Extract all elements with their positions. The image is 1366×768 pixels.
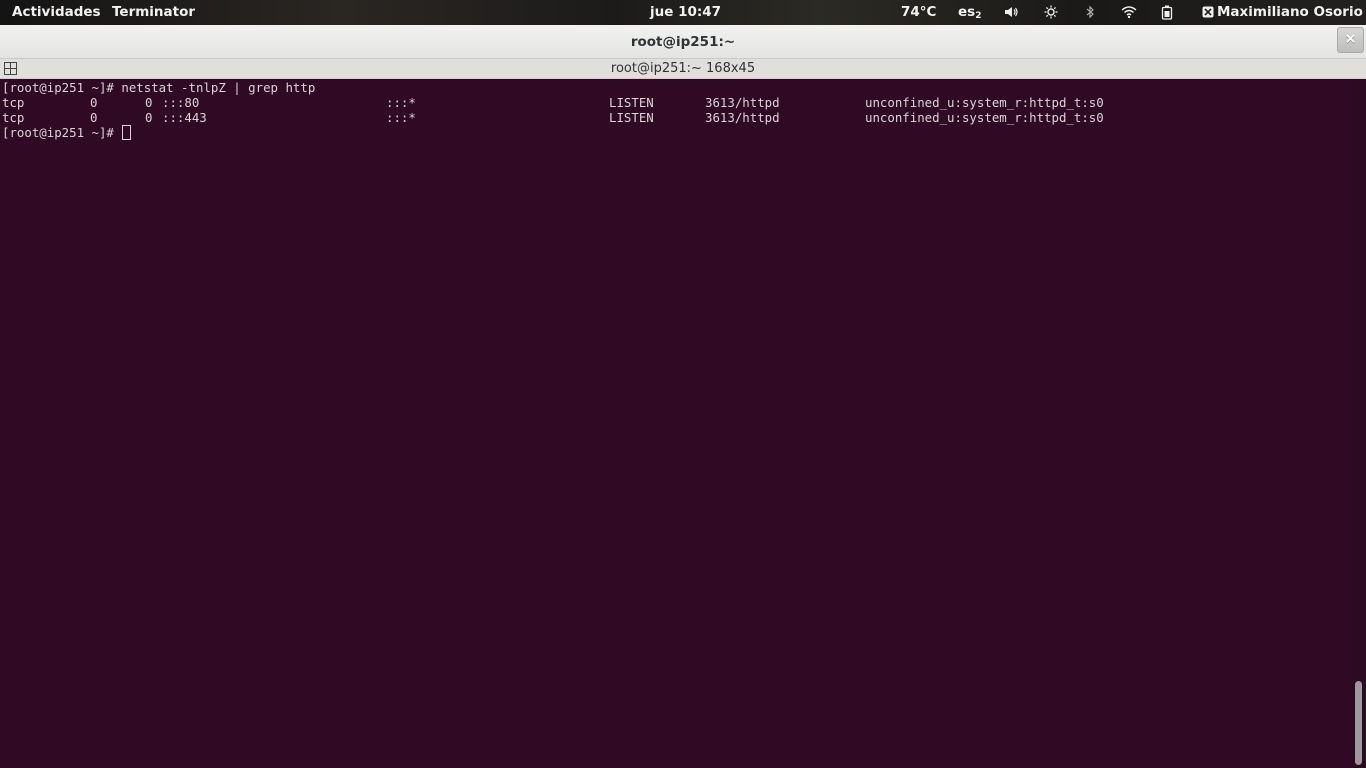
prompt: [root@ip251 ~]# — [2, 125, 122, 140]
pid-program-cell: 3613/httpd — [705, 110, 780, 125]
battery-icon[interactable] — [1161, 0, 1173, 25]
bluetooth-icon[interactable] — [1084, 0, 1096, 25]
proto-cell: tcp — [2, 95, 25, 110]
terminal-scrollbar[interactable] — [1352, 79, 1366, 768]
user-name: Maximiliano Osorio — [1217, 4, 1363, 20]
window-title: root@ip251:~ — [630, 34, 736, 50]
send-q-cell: 0 — [145, 110, 153, 125]
terminal-header[interactable]: root@ip251:~ 168x45 — [0, 59, 1366, 79]
terminal-header-title: root@ip251:~ 168x45 — [610, 61, 756, 76]
pid-program-cell: 3613/httpd — [705, 95, 780, 110]
security-context-cell: unconfined_u:system_r:httpd_t:s0 — [865, 95, 1104, 110]
recv-q-cell: 0 — [90, 95, 98, 110]
keyboard-layout-index: 2 — [975, 11, 982, 21]
window-titlebar[interactable]: root@ip251:~ × — [0, 25, 1366, 59]
keyboard-layout-label: es — [958, 4, 976, 20]
output-row: tcp 0 0 :::80 :::* LISTEN 3613/httpd unc… — [2, 95, 1342, 110]
close-button[interactable]: × — [1337, 27, 1364, 53]
foreign-address-cell: :::* — [386, 110, 416, 125]
send-q-cell: 0 — [145, 95, 153, 110]
state-cell: LISTEN — [609, 95, 654, 110]
proto-cell: tcp — [2, 110, 25, 125]
user-menu[interactable]: Maximiliano Osorio — [1202, 0, 1363, 25]
prompt-line[interactable]: [root@ip251 ~]# — [2, 125, 132, 140]
local-address-cell: :::443 — [162, 110, 207, 125]
keyboard-layout-indicator[interactable]: es2 — [958, 0, 981, 25]
local-address-cell: :::80 — [162, 95, 200, 110]
clock[interactable]: jue 10:47 — [650, 0, 721, 25]
volume-icon[interactable] — [1004, 0, 1018, 25]
command-line: [root@ip251 ~]# netstat -tnlpZ | grep ht… — [2, 80, 316, 95]
text-cursor — [122, 125, 132, 140]
output-row: tcp 0 0 :::443 :::* LISTEN 3613/httpd un… — [2, 110, 1342, 125]
activities-button[interactable]: Actividades — [12, 0, 101, 25]
state-cell: LISTEN — [609, 110, 654, 125]
recv-q-cell: 0 — [90, 110, 98, 125]
wifi-icon[interactable] — [1121, 0, 1137, 25]
terminal-area[interactable]: [root@ip251 ~]# netstat -tnlpZ | grep ht… — [0, 79, 1352, 768]
scrollbar-thumb[interactable] — [1355, 681, 1362, 765]
security-context-cell: unconfined_u:system_r:httpd_t:s0 — [865, 110, 1104, 125]
user-icon — [1202, 6, 1214, 18]
brightness-icon[interactable] — [1044, 0, 1058, 25]
temperature-indicator[interactable]: 74°C — [901, 0, 936, 25]
app-menu-button[interactable]: Terminator — [112, 0, 195, 25]
top-bar: Actividades Terminator jue 10:47 74°C es… — [0, 0, 1366, 25]
foreign-address-cell: :::* — [386, 95, 416, 110]
